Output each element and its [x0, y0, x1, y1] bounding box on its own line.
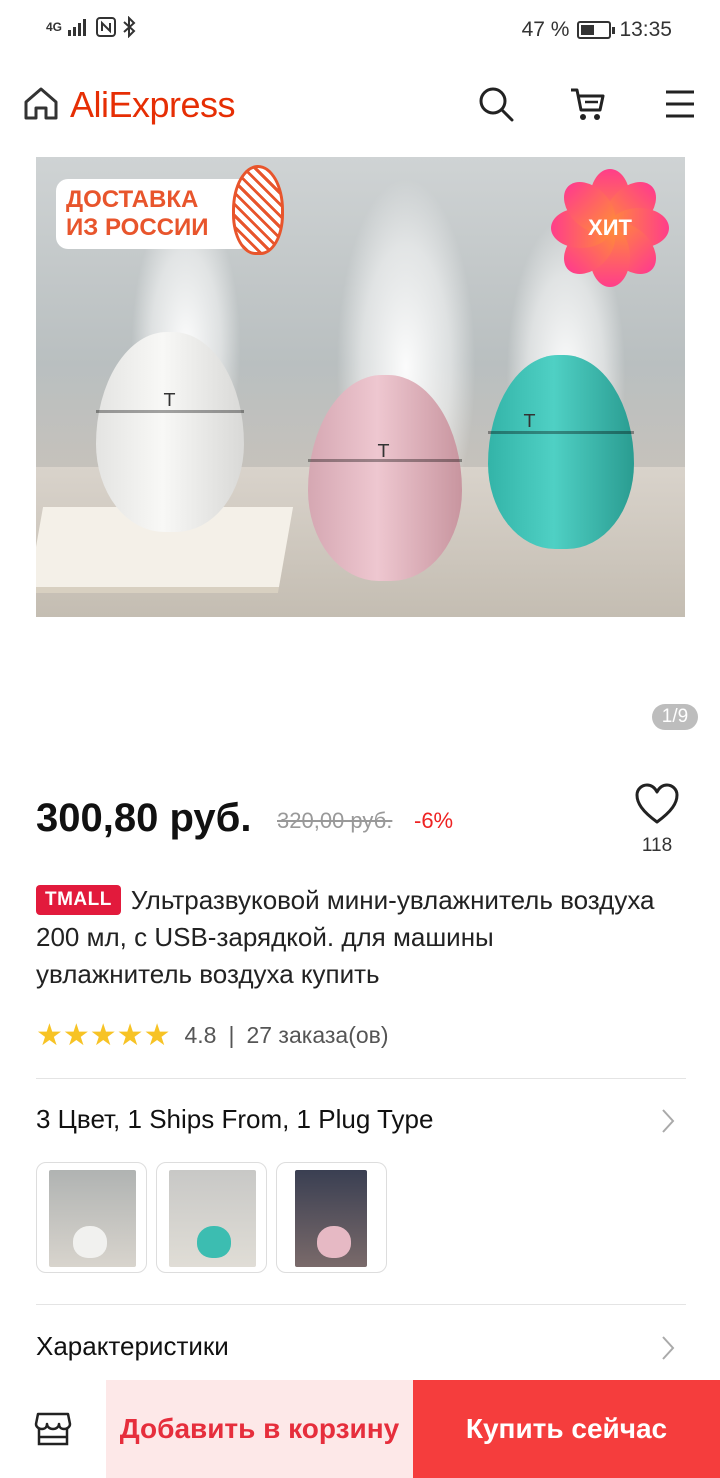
variant-thumb-teal[interactable] — [156, 1162, 267, 1273]
humidifier-white: T — [96, 332, 244, 532]
rating-value: 4.8 — [184, 1022, 217, 1048]
delivery-promo-badge: ДОСТАВКА ИЗ РОССИИ — [56, 179, 251, 249]
status-left: 4G — [46, 16, 136, 38]
tmall-badge: TMALL — [36, 885, 121, 915]
orders-count: 27 заказа(ов) — [246, 1022, 389, 1048]
buy-now-button[interactable]: Купить сейчас — [413, 1380, 720, 1478]
divider — [36, 1304, 686, 1305]
bluetooth-icon — [123, 16, 136, 38]
old-price: 320,00 руб. — [277, 808, 393, 833]
humidifier-pink: T — [308, 375, 462, 581]
search-icon[interactable] — [476, 84, 516, 124]
network-indicator: 4G — [46, 20, 63, 34]
divider — [36, 1078, 686, 1079]
current-price: 300,80 руб. — [36, 796, 252, 840]
rating-stars: ★★★★★ — [36, 1019, 171, 1052]
rating-row[interactable]: ★★★★★ 4.8 | 27 заказа(ов) — [36, 1018, 389, 1053]
store-button[interactable] — [0, 1380, 106, 1478]
home-icon[interactable] — [22, 84, 60, 122]
menu-icon[interactable] — [660, 84, 700, 124]
product-title-text: Ультразвуковой мини-увлажнитель воздуха … — [36, 885, 655, 989]
status-right: 47 % 13:35 — [522, 18, 672, 42]
variant-thumb-pink[interactable] — [276, 1162, 387, 1273]
status-bar: 4G 47 % 13:35 — [0, 0, 720, 62]
cart-icon[interactable] — [568, 84, 608, 124]
humidifier-teal: T — [488, 355, 634, 549]
heart-icon — [635, 783, 679, 824]
specs-label: Характеристики — [36, 1331, 229, 1361]
discount-badge: -6% — [414, 808, 454, 833]
chevron-right-icon — [662, 1336, 675, 1360]
battery-percent: 47 % — [521, 18, 570, 41]
variant-thumb-white[interactable] — [36, 1162, 147, 1273]
options-label: 3 Цвет, 1 Ships From, 1 Plug Type — [36, 1104, 434, 1134]
signal-icon — [68, 19, 87, 36]
hit-badge: ХИТ — [551, 169, 669, 287]
image-counter: 1/9 — [652, 704, 698, 730]
specs-row[interactable]: Характеристики — [36, 1331, 686, 1371]
store-icon — [34, 1412, 72, 1446]
bottom-action-bar: Добавить в корзину Купить сейчас — [0, 1380, 720, 1478]
clock: 13:35 — [619, 18, 672, 41]
variant-thumbnails — [36, 1162, 387, 1273]
product-image-gallery[interactable]: T T T ДОСТАВКА ИЗ РОССИИ ХИТ — [36, 157, 685, 617]
nfc-icon — [96, 17, 117, 37]
aliexpress-logo[interactable]: AliExpress — [70, 84, 236, 126]
options-selector[interactable]: 3 Цвет, 1 Ships From, 1 Plug Type — [36, 1104, 686, 1144]
add-to-cart-button[interactable]: Добавить в корзину — [106, 1380, 413, 1478]
wishlist-count: 118 — [641, 835, 673, 856]
app-header: AliExpress — [0, 70, 720, 140]
chevron-right-icon — [662, 1109, 675, 1133]
product-title: TMALL Ультразвуковой мини-увлажнитель воз… — [36, 882, 656, 993]
promo-line-1: ДОСТАВКА — [66, 186, 199, 213]
rating-separator: | — [228, 1022, 235, 1048]
net-bag-icon — [232, 165, 284, 255]
hit-label: ХИТ — [588, 215, 632, 240]
battery-icon — [577, 21, 616, 39]
wishlist-button[interactable]: 118 — [632, 782, 682, 857]
promo-line-2: ИЗ РОССИИ — [66, 214, 209, 241]
battery-fill — [581, 25, 594, 35]
